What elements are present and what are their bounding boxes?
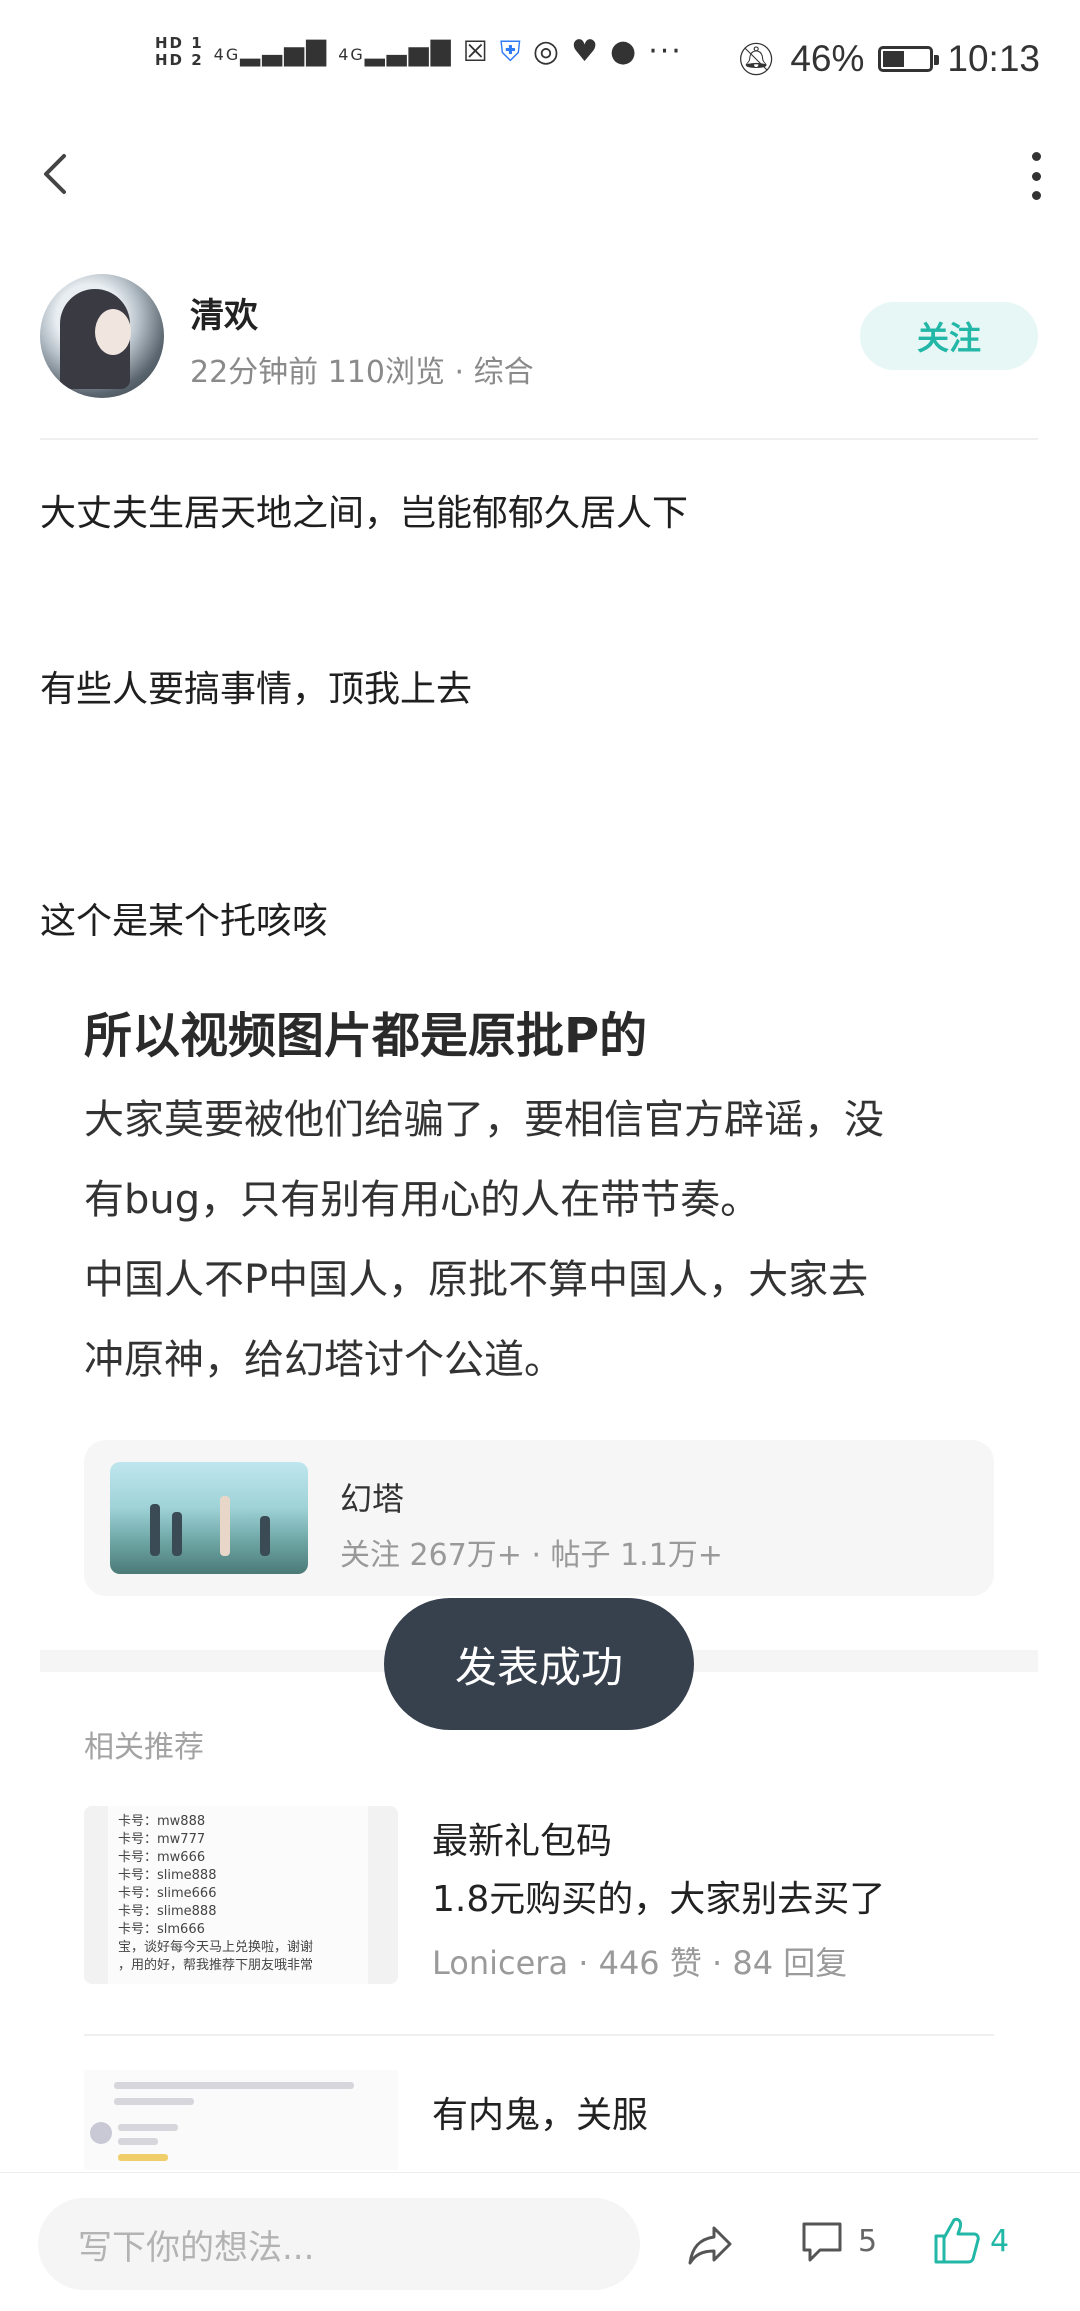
signal-2-icon: 4G▂▃▅▇ bbox=[338, 36, 453, 67]
share-icon[interactable] bbox=[684, 2218, 736, 2270]
comment-count: 5 bbox=[858, 2224, 878, 2259]
more-status-icon: ··· bbox=[648, 34, 683, 69]
status-bar: HD 1 HD 2 4G▂▃▅▇ 4G▂▃▅▇ ☒ ⛨ ◎ ♥ ● ··· 🔕︎… bbox=[0, 0, 1080, 120]
topic-name: 幻塔 bbox=[340, 1480, 405, 1518]
clock: 10:13 bbox=[947, 38, 1040, 79]
author-name[interactable]: 清欢 bbox=[190, 288, 258, 337]
embedded-paragraph-1: 大家莫要被他们给骗了，要相信官方辟谣，没 bbox=[84, 1097, 884, 1143]
recommend-item-2-title[interactable]: 有内鬼，关服 bbox=[432, 2086, 648, 2138]
globe-icon: ◎ bbox=[532, 34, 562, 69]
post-line-1: 大丈夫生居天地之间，岂能郁郁久居人下 bbox=[40, 493, 689, 534]
heart-icon: ♥ bbox=[571, 34, 601, 69]
embedded-title: 所以视频图片都是原批P的 bbox=[84, 1008, 648, 1064]
recommend-item-2-thumbnail[interactable] bbox=[84, 2070, 398, 2170]
comment-icon[interactable] bbox=[798, 2218, 846, 2266]
chevron-left-icon bbox=[44, 154, 66, 194]
more-button[interactable] bbox=[1030, 152, 1042, 200]
embedded-paragraph-4: 冲原神，给幻塔讨个公道。 bbox=[84, 1337, 564, 1383]
shield-icon: ⛨ bbox=[499, 34, 523, 68]
recommend-item-1-subtitle[interactable]: 1.8元购买的，大家别去买了 bbox=[432, 1870, 885, 1922]
avatar[interactable] bbox=[40, 274, 164, 398]
post-line-2: 有些人要搞事情，顶我上去 bbox=[40, 669, 473, 710]
like-count: 4 bbox=[990, 2224, 1010, 2259]
battery-fill bbox=[883, 51, 905, 67]
divider bbox=[84, 2034, 994, 2036]
topic-thumbnail bbox=[110, 1462, 308, 1574]
divider bbox=[40, 438, 1038, 440]
status-left-icons: HD 1 HD 2 4G▂▃▅▇ 4G▂▃▅▇ ☒ ⛨ ◎ ♥ ● ··· bbox=[155, 34, 683, 69]
toast-message: 发表成功 bbox=[384, 1598, 694, 1730]
follow-button[interactable]: 关注 bbox=[860, 302, 1038, 370]
embedded-paragraph-2: 有bug，只有别有用心的人在带节奏。 bbox=[84, 1177, 761, 1223]
battery-icon bbox=[878, 46, 940, 72]
signal-1-icon: 4G▂▃▅▇ bbox=[213, 36, 329, 67]
comment-input[interactable]: 写下你的想法... bbox=[38, 2198, 640, 2290]
battery-percent: 46% bbox=[790, 38, 865, 79]
mute-icon: ☒ bbox=[462, 35, 490, 68]
chat-icon: ● bbox=[610, 34, 639, 69]
author-meta: 22分钟前 110浏览 · 综合 bbox=[190, 355, 534, 390]
embedded-paragraph-3: 中国人不P中国人，原批不算中国人，大家去 bbox=[84, 1257, 869, 1303]
topic-card[interactable]: 幻塔 关注 267万+ · 帖子 1.1万+ bbox=[84, 1440, 994, 1596]
topic-meta: 关注 267万+ · 帖子 1.1万+ bbox=[340, 1538, 723, 1573]
recommend-item-1-thumbnail[interactable]: 卡号：mw888 卡号：mw777 卡号：mw666 卡号：slime888 卡… bbox=[84, 1806, 398, 1984]
hd-indicator: HD 1 HD 2 bbox=[155, 33, 204, 69]
recommend-heading: 相关推荐 bbox=[84, 1730, 204, 1765]
recommend-item-1-title[interactable]: 最新礼包码 bbox=[432, 1812, 612, 1864]
more-vertical-icon bbox=[1031, 152, 1041, 161]
thumbs-up-icon[interactable] bbox=[932, 2214, 980, 2266]
recommend-item-1-meta: Lonicera · 446 赞 · 84 回复 bbox=[432, 1944, 848, 1982]
status-right: 🔕︎ 46% 10:13 bbox=[736, 38, 1040, 80]
back-button[interactable] bbox=[38, 150, 74, 198]
bell-off-icon: 🔕︎ bbox=[735, 41, 777, 77]
post-line-3: 这个是某个托咳咳 bbox=[40, 901, 329, 942]
